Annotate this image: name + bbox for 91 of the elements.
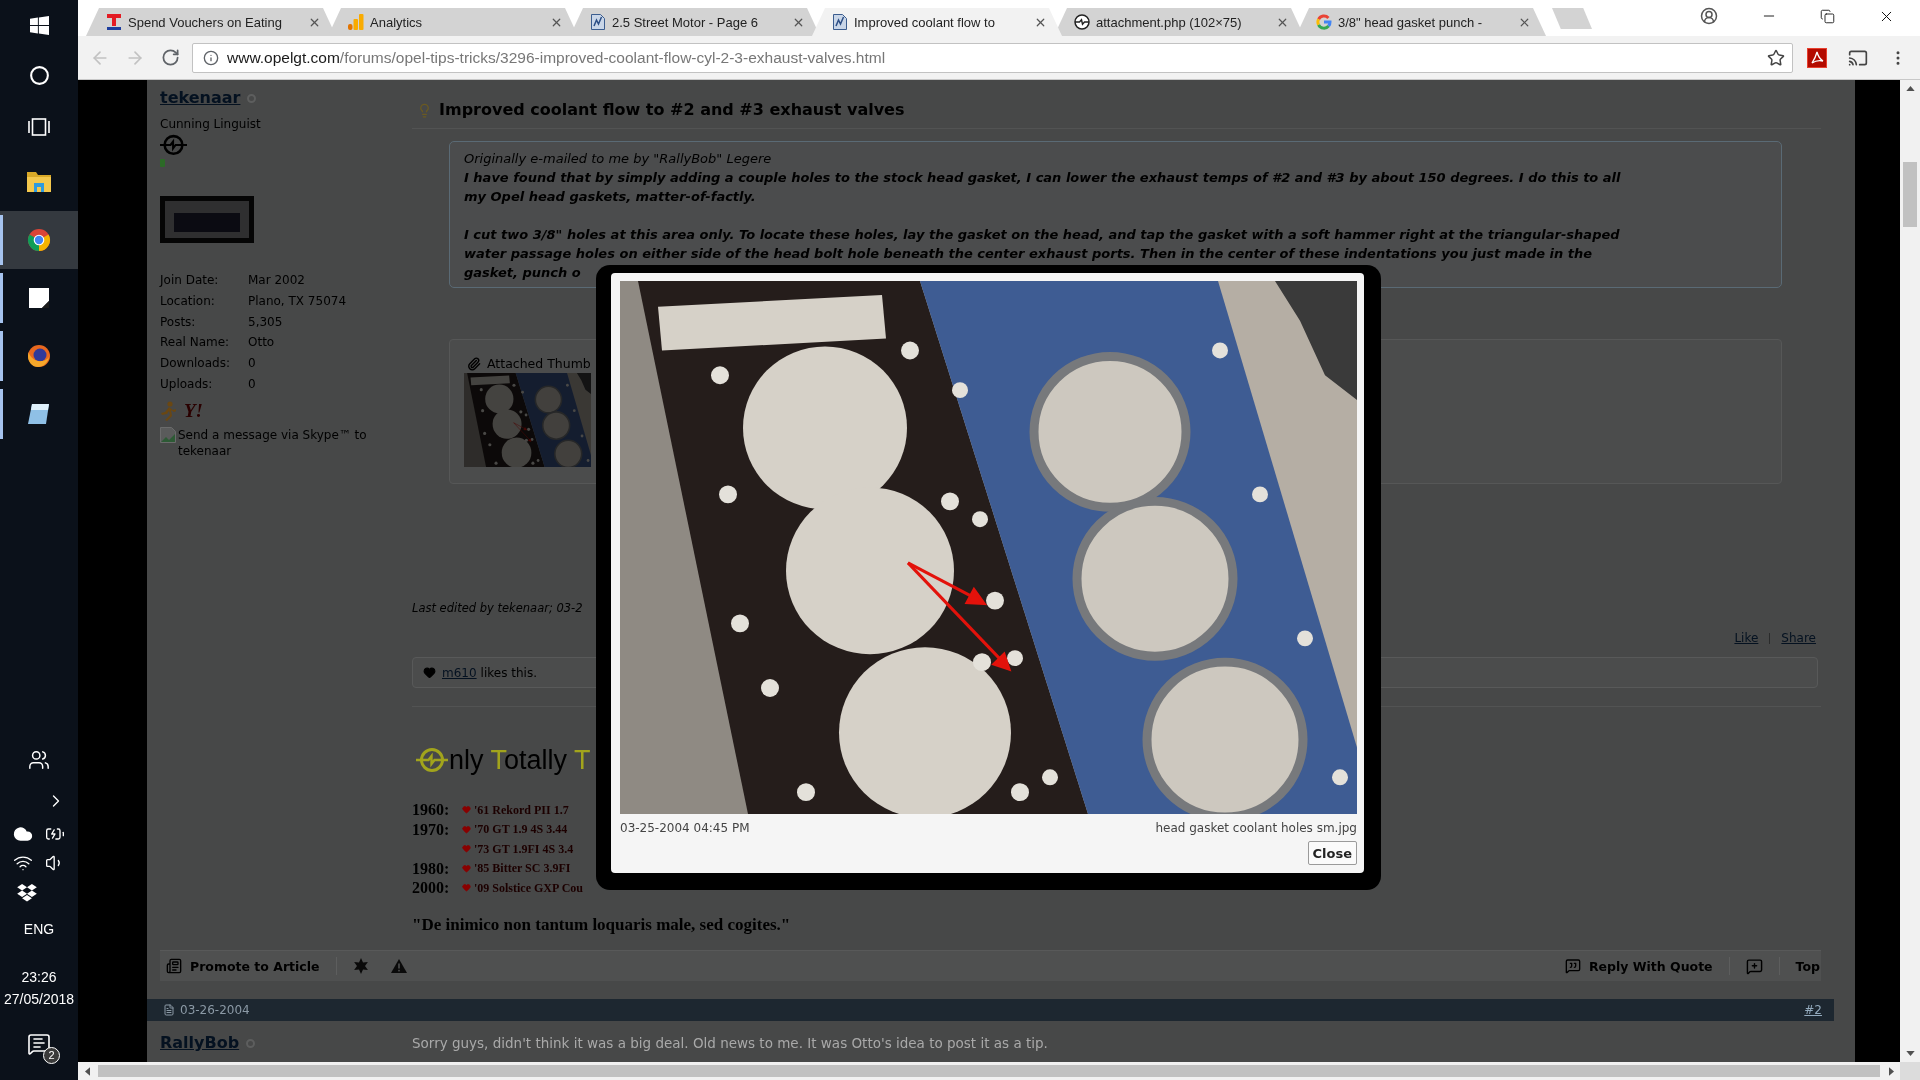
ring-logo-icon (1074, 14, 1090, 30)
reputation-bar (160, 158, 165, 167)
detail-label: Posts: (160, 313, 197, 331)
scrollbar-corner (1900, 1062, 1920, 1080)
profile-icon[interactable] (1700, 7, 1718, 25)
t-logo-icon (106, 14, 122, 30)
ring-logo-icon (160, 134, 187, 156)
lightbulb-icon (417, 102, 432, 118)
attachment-thumbnail[interactable] (464, 373, 591, 467)
g-logo-icon (1316, 14, 1332, 30)
photo-filename: head gasket coolant holes sm.jpg (1155, 820, 1357, 836)
user-rank: Cunning Linguist (160, 116, 261, 132)
detail-value: 0 (248, 355, 257, 373)
bar-chart-icon (348, 14, 364, 30)
ring-logo-icon (416, 747, 448, 773)
detail-value: 0 (248, 375, 257, 393)
heart-icon (423, 666, 436, 679)
detail-value: Mar 2002 (248, 271, 306, 289)
car-model: '73 GT 1.9FI 4S 3.4 (474, 840, 574, 857)
scroll-right-icon[interactable] (1888, 1066, 1894, 1076)
post-date: 03-26-2004 (180, 1003, 250, 1017)
open-box-icon[interactable] (17, 884, 37, 902)
reload-icon[interactable] (161, 48, 180, 67)
car-year: 1960: (412, 800, 451, 820)
newspaper-icon (166, 958, 182, 974)
detail-label: Location: (160, 292, 216, 310)
car-year: 1970: (412, 819, 451, 839)
starburst-icon[interactable] (352, 958, 369, 974)
signature-motto: "De inimico non tantum loquaris male, sed cogites." (412, 914, 791, 935)
detail-label: Real Name: (160, 334, 231, 352)
swirl-globe-icon[interactable] (27, 344, 51, 368)
segmented-circle-icon[interactable] (27, 228, 51, 252)
scroll-left-icon[interactable] (84, 1066, 90, 1076)
car-year: 2000: (412, 878, 451, 898)
car-year: 1980: (412, 858, 451, 878)
detail-label: Uploads: (160, 375, 214, 393)
scroll-thumb[interactable] (98, 1065, 1880, 1077)
quote-line: water passage holes on either side of the head bolt hole beneath the center exhaust ports. Then in the center of these indentations you just made in the (464, 245, 1593, 263)
quote-line: gasket, punch o (464, 264, 581, 282)
info-icon[interactable] (203, 49, 219, 66)
language-button[interactable]: ENG (23, 920, 55, 938)
page-icon (832, 14, 848, 30)
close-button[interactable]: Close (1307, 841, 1357, 865)
notification-badge: 2 (43, 1047, 60, 1064)
broken-image-icon (160, 426, 176, 443)
post-title: Improved coolant flow to #2 and #3 exhaust valves (439, 100, 905, 120)
browser-tab[interactable]: Improved coolant flow to (812, 8, 1062, 36)
quote-bubble-icon (1564, 958, 1581, 974)
pdf-icon[interactable] (1807, 47, 1827, 68)
last-edited-note: Last edited by tekenaar; 03-2 (412, 600, 583, 616)
scroll-thumb[interactable] (1903, 162, 1917, 227)
address-field[interactable]: www.opelgt.com/forums/opel-tips-tricks/3296-improved-coolant-flow-cyl-2-3-exhaust-valves.html (192, 42, 1793, 73)
attachments-heading: Attached Thumb (487, 356, 591, 372)
photo-date: 03-25-2004 04:45 PM (620, 820, 750, 836)
ring-icon[interactable] (29, 65, 49, 85)
car-model: '85 Bitter SC 3.9FI (474, 860, 571, 877)
cloud-icon[interactable] (13, 824, 33, 844)
car-model: '70 GT 1.9 4S 3.44 (474, 821, 568, 838)
detail-value: 5,305 (248, 313, 284, 331)
detail-label: Join Date: (160, 271, 220, 289)
likes-text: m610 likes this. (442, 665, 537, 680)
task-view-icon[interactable] (28, 117, 50, 136)
bookmark-star-icon[interactable] (1767, 48, 1785, 67)
scroll-down-icon[interactable] (1905, 1051, 1915, 1056)
notifications-icon[interactable] (27, 1032, 51, 1056)
clock-button[interactable]: 23:26 27/05/2018 (3, 966, 75, 1010)
slanted-notepad-icon[interactable] (27, 402, 51, 426)
quote-attribution: Originally e-mailed to me by "RallyBob" Legere (464, 150, 773, 168)
people-icon[interactable] (28, 749, 50, 771)
sticky-note-icon[interactable] (29, 288, 49, 308)
detail-label: Downloads: (160, 355, 231, 373)
warning-icon[interactable] (390, 959, 407, 973)
folder-icon[interactable] (27, 172, 51, 192)
windows-logo-icon[interactable] (29, 15, 49, 35)
quote-line: I cut two 3/8" holes at this area only. To locate these holes, lay the gasket on the head, and tap the gasket with a soft hammer right at the triangular-shaped (464, 226, 1620, 244)
scroll-up-icon[interactable] (1905, 86, 1915, 91)
quote-line: my Opel head gaskets, matter-of-factly. (464, 188, 756, 206)
paperclip-icon (467, 357, 481, 371)
taskbar-app-button[interactable] (0, 211, 78, 269)
detail-value: Plano, TX 75074 (248, 292, 347, 310)
page-icon (590, 14, 606, 30)
detail-value: Otto (248, 334, 276, 352)
signature-title: nly Totally T (449, 744, 591, 777)
bubble-plus-icon[interactable] (1745, 957, 1763, 975)
post-number-link[interactable]: #2 (1804, 1003, 1822, 1017)
restore-icon[interactable] (1820, 8, 1835, 24)
car-model: '09 Solstice GXP Cou (474, 879, 583, 896)
document-icon (163, 1004, 175, 1016)
quote-line: I have found that by simply adding a couple holes to the stock head gasket, I can lower the exhaust temps of #2 and #3 by about 150 degrees. I do this to all (464, 169, 1621, 187)
post-text: Sorry guys, didn't think it was a big deal. Old news to me. It was Otto's idea to post it as a tip. (412, 1034, 1048, 1053)
car-model: '61 Rekord PII 1.7 (474, 801, 569, 818)
